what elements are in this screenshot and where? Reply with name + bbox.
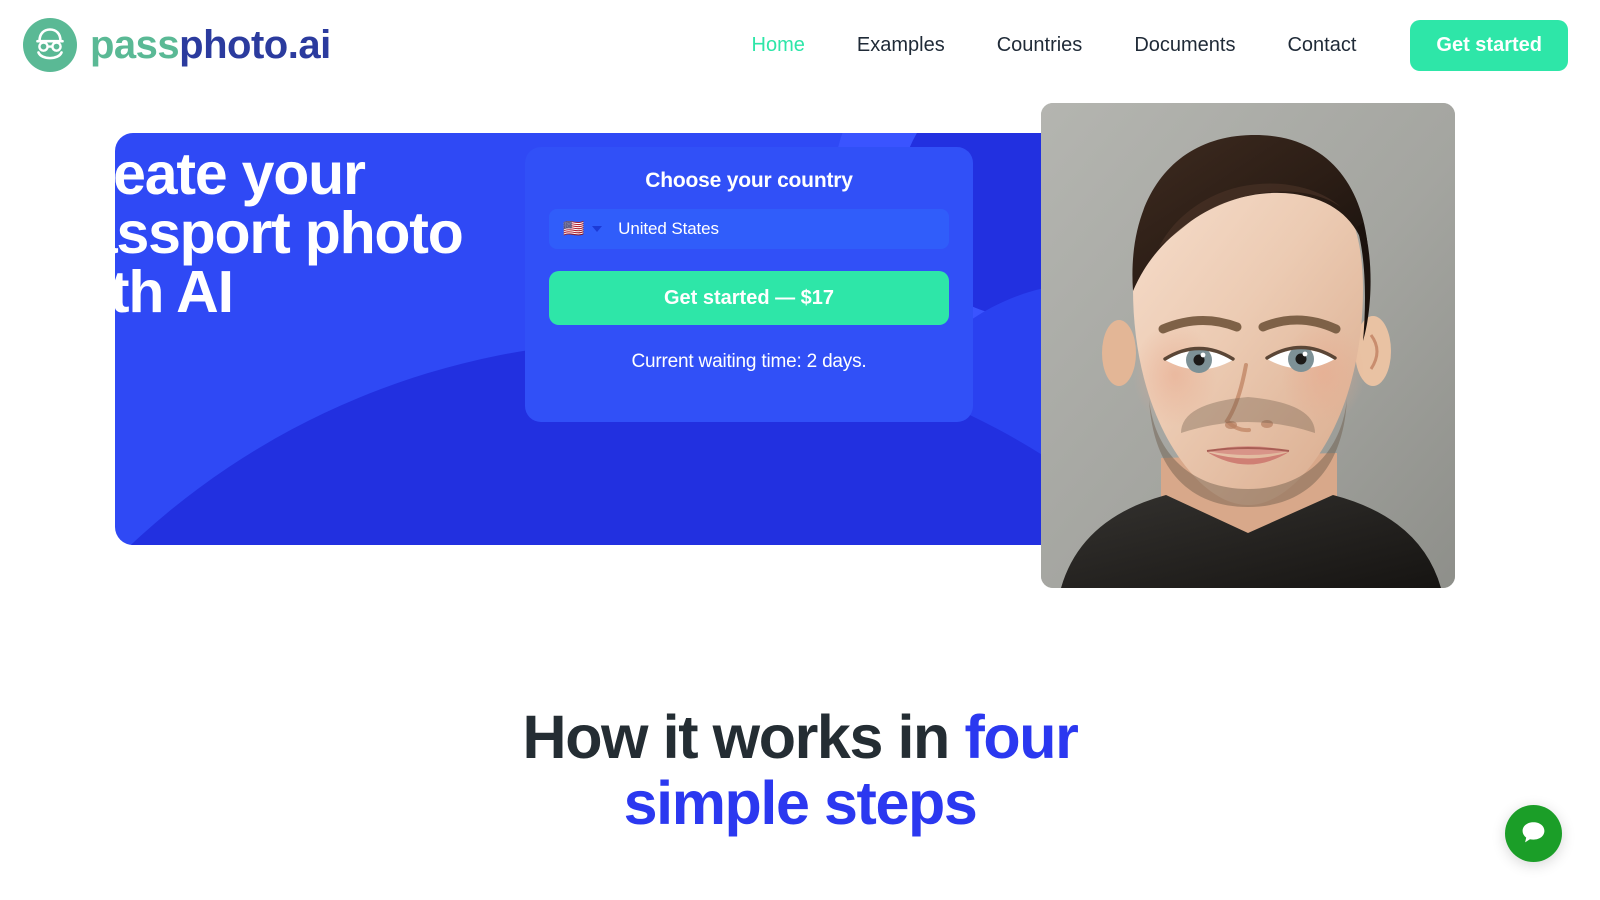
nav-link-countries[interactable]: Countries [971,24,1109,67]
chat-widget-button[interactable] [1505,805,1562,862]
hero-get-started-price-button[interactable]: Get started — $17 [549,271,949,325]
nav-item-countries: Countries [971,24,1109,67]
hero-section: Create your passport photo with AI Choos… [0,90,1600,610]
header-get-started-button[interactable]: Get started [1410,19,1568,71]
us-flag-icon: 🇺🇸 [563,218,585,239]
chevron-down-icon [592,226,603,232]
brand-logo[interactable]: passphoto.ai [22,17,331,73]
chat-bubble-icon [1520,819,1547,849]
how-it-works-title-plain: How it works in [522,703,965,771]
hero-title-line-2: passport photo [50,200,464,266]
brand-wordmark: passphoto.ai [90,25,331,65]
nav-item-home: Home [726,24,831,67]
nav-link-examples[interactable]: Examples [831,24,971,67]
hero-title-line-1: Create your [50,141,366,207]
how-it-works-title: How it works in four simple steps [490,703,1110,837]
waiting-time-text: Current waiting time: 2 days. [631,351,867,372]
nav-link-documents[interactable]: Documents [1108,24,1261,67]
how-it-works-section: How it works in four simple steps [0,703,1600,837]
country-selection-panel: Choose your country 🇺🇸 United States Get… [525,147,973,422]
hero-title: Create your passport photo with AI [50,145,480,322]
country-select[interactable]: 🇺🇸 United States [549,209,949,249]
main-navigation: Home Examples Countries Documents Contac… [726,19,1578,71]
hero-portrait-photo [1041,103,1455,588]
brand-wordmark-photo: photo.ai [179,23,331,67]
nav-link-contact[interactable]: Contact [1261,24,1382,67]
panel-title: Choose your country [645,169,853,192]
nav-item-contact: Contact [1261,24,1382,67]
country-select-value: United States [618,219,719,238]
brand-wordmark-pass: pass [90,23,180,67]
hero-title-line-3: with AI [50,259,234,325]
face-with-glasses-logo-icon [22,17,78,73]
site-header: passphoto.ai Home Examples Countries Doc… [0,0,1600,90]
nav-item-examples: Examples [831,24,971,67]
nav-item-documents: Documents [1108,24,1261,67]
nav-link-home[interactable]: Home [726,24,831,67]
nav-list: Home Examples Countries Documents Contac… [726,24,1383,67]
